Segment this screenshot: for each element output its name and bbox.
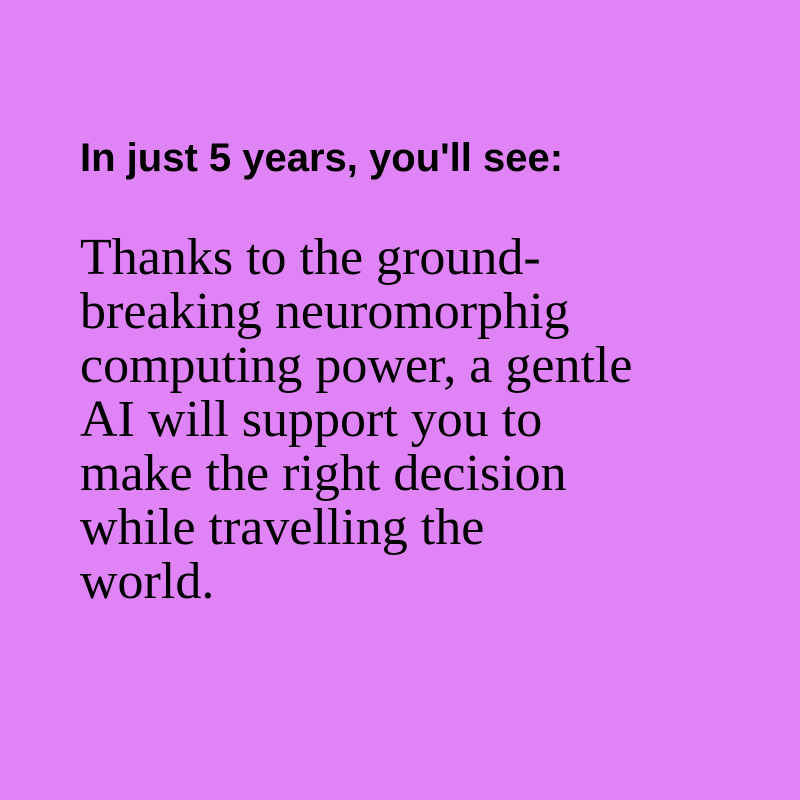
- body-line: AI will support you to: [80, 391, 543, 448]
- body-line: breaking neuromorphig: [80, 283, 570, 340]
- slide-body-text: Thanks to the ground- breaking neuromorp…: [80, 231, 760, 609]
- body-line: computing power, a gentle: [80, 337, 633, 394]
- slide-heading: In just 5 years, you'll see:: [80, 136, 564, 180]
- body-line: world.: [80, 553, 215, 610]
- body-line: make the right decision: [80, 445, 567, 502]
- body-line: while travelling the: [80, 499, 485, 556]
- body-line: Thanks to the ground-: [80, 229, 541, 286]
- slide-card: In just 5 years, you'll see: Thanks to t…: [0, 0, 800, 800]
